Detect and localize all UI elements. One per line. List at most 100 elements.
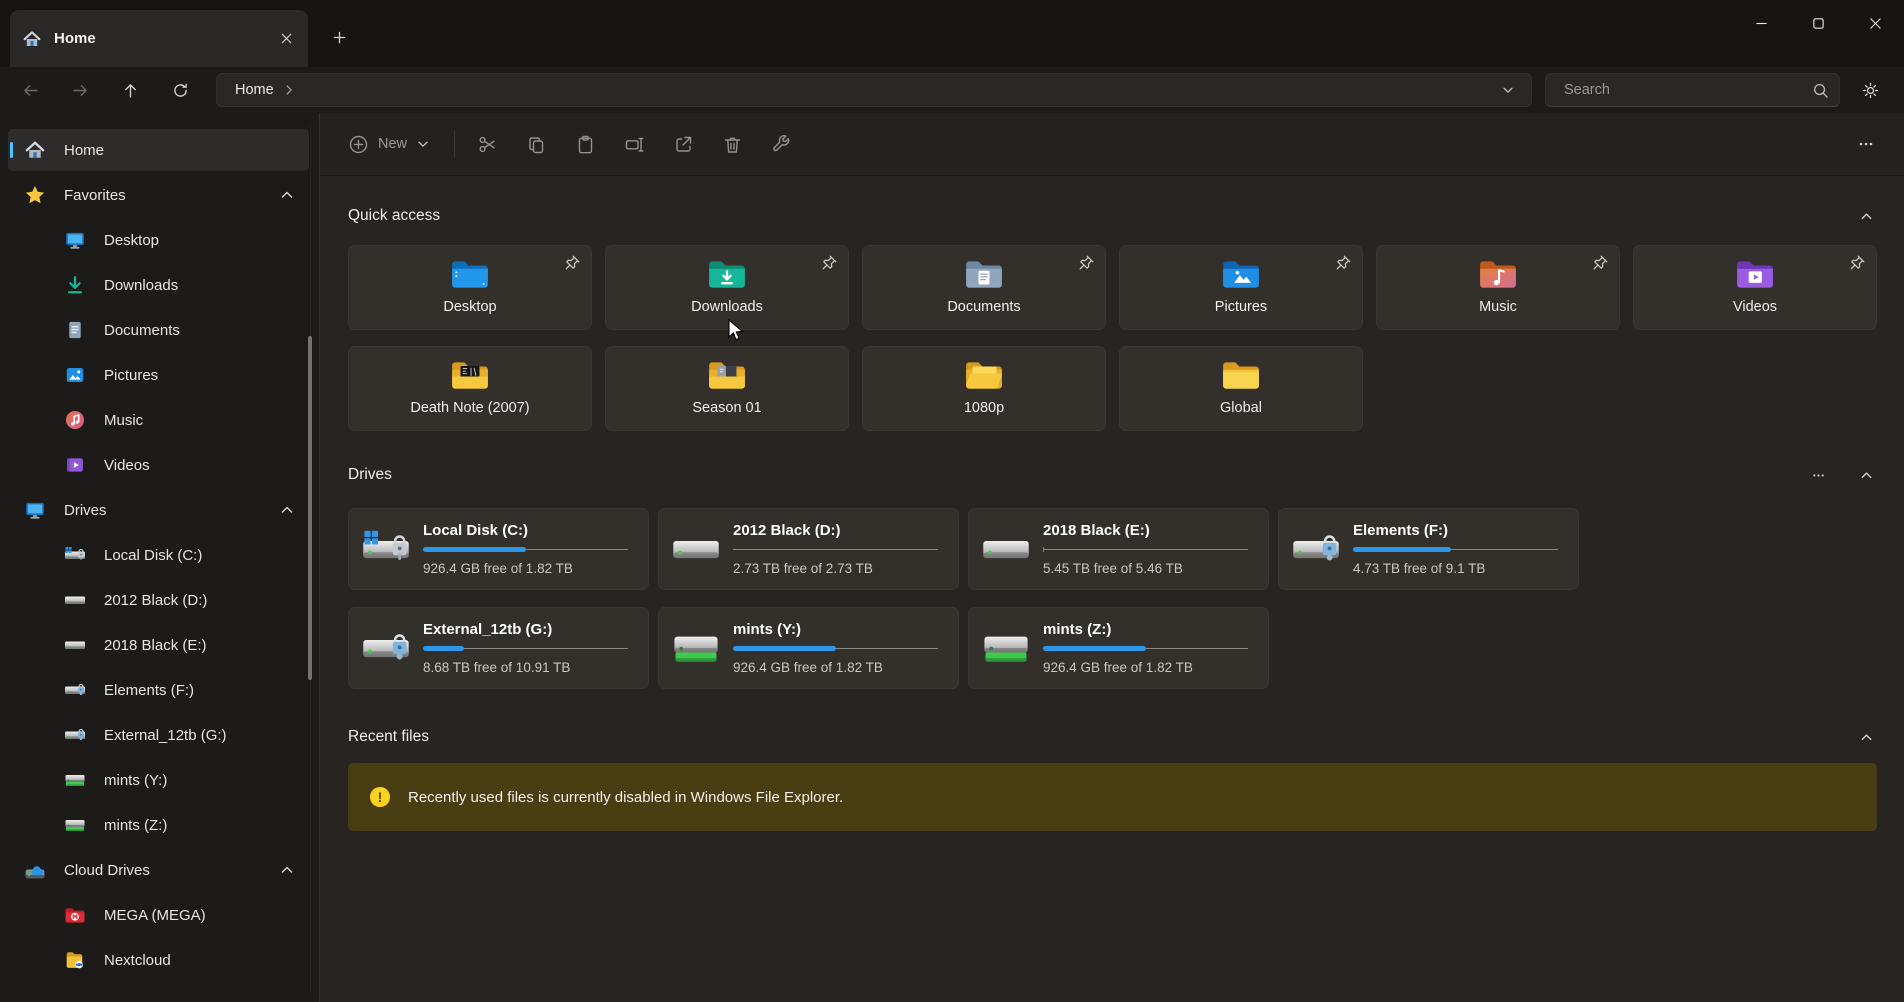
copy-icon <box>526 134 547 155</box>
tab-close-icon[interactable] <box>274 27 298 51</box>
new-button[interactable]: New <box>338 128 440 161</box>
up-button[interactable] <box>112 73 148 107</box>
chevron-up-icon[interactable] <box>279 502 295 518</box>
collapse-drives-button[interactable] <box>1855 464 1877 486</box>
maximize-button[interactable] <box>1790 0 1847 46</box>
quick-access-card-videos[interactable]: Videos <box>1633 245 1877 330</box>
pin-icon[interactable] <box>1077 254 1095 272</box>
breadcrumb[interactable]: Home <box>235 82 274 98</box>
card-label: Death Note (2007) <box>410 400 529 416</box>
drive-free-space: 5.45 TB free of 5.46 TB <box>1043 561 1248 576</box>
minimize-button[interactable] <box>1733 0 1790 46</box>
drive-usage-bar <box>733 646 938 651</box>
sidebar-item-label: MEGA (MEGA) <box>104 907 206 924</box>
sidebar-item-downloads[interactable]: Downloads <box>8 264 309 306</box>
pin-icon[interactable] <box>563 254 581 272</box>
navigation-bar: Home <box>0 67 1904 113</box>
sidebar-item-2012-black-d[interactable]: 2012 Black (D:) <box>8 579 309 621</box>
quick-access-card-documents[interactable]: Documents <box>862 245 1106 330</box>
chevron-up-icon[interactable] <box>279 187 295 203</box>
drive-card-local-disk-c[interactable]: Local Disk (C:) 926.4 GB free of 1.82 TB <box>348 508 649 590</box>
quick-access-card-death-note-2007[interactable]: Death Note (2007) <box>348 346 592 431</box>
sidebar-item-mega-mega[interactable]: MEGA (MEGA) <box>8 894 309 936</box>
address-dropdown-button[interactable] <box>1495 77 1521 103</box>
search-box[interactable] <box>1545 73 1840 107</box>
drive-lock-icon <box>64 679 86 701</box>
quick-access-header: Quick access <box>348 205 1877 227</box>
drive-name: 2018 Black (E:) <box>1043 522 1248 539</box>
sidebar-item-documents[interactable]: Documents <box>8 309 309 351</box>
drive-card-2012-black-d[interactable]: 2012 Black (D:) 2.73 TB free of 2.73 TB <box>658 508 959 590</box>
refresh-button[interactable] <box>162 73 198 107</box>
collapse-quick-access-button[interactable] <box>1855 205 1877 227</box>
toolbar-separator <box>454 131 455 157</box>
sidebar-item-elements-f[interactable]: Elements (F:) <box>8 669 309 711</box>
drive-card-2018-black-e[interactable]: 2018 Black (E:) 5.45 TB free of 5.46 TB <box>968 508 1269 590</box>
drive-card-mints-z[interactable]: mints (Z:) 926.4 GB free of 1.82 TB <box>968 607 1269 689</box>
file-explorer-window: Home Home Home <box>0 0 1904 1002</box>
pin-icon[interactable] <box>1591 254 1609 272</box>
search-input[interactable] <box>1550 82 1812 98</box>
toolbar-button-rename[interactable] <box>614 124 654 164</box>
sidebar-item-videos[interactable]: Videos <box>8 444 309 486</box>
drive-lock-icon <box>1291 530 1341 568</box>
quick-access-card-downloads[interactable]: Downloads <box>605 245 849 330</box>
sidebar-item-home[interactable]: Home <box>8 129 309 171</box>
warning-icon <box>370 787 390 807</box>
folder-thumb-gray-icon <box>705 355 749 397</box>
settings-gear-button[interactable] <box>1850 72 1890 108</box>
toolbar-button-cut[interactable] <box>467 124 507 164</box>
new-button-label: New <box>378 136 407 152</box>
drives-more-button[interactable] <box>1807 464 1829 486</box>
collapse-recent-files-button[interactable] <box>1855 726 1877 748</box>
pin-icon[interactable] <box>1334 254 1352 272</box>
toolbar-button-wrench[interactable] <box>761 124 801 164</box>
back-button[interactable] <box>12 73 48 107</box>
toolbar-button-paste[interactable] <box>565 124 605 164</box>
folder-desktop-icon <box>448 254 492 296</box>
forward-button[interactable] <box>62 73 98 107</box>
sidebar-item-mints-z[interactable]: mints (Z:) <box>8 804 309 846</box>
sidebar-item-pictures[interactable]: Pictures <box>8 354 309 396</box>
sidebar-item-label: Videos <box>104 457 150 474</box>
sidebar-item-2018-black-e[interactable]: 2018 Black (E:) <box>8 624 309 666</box>
drives-grid: Local Disk (C:) 926.4 GB free of 1.82 TB… <box>348 508 1877 689</box>
toolbar-button-share[interactable] <box>663 124 703 164</box>
sidebar-item-cloud-drives[interactable]: Cloud Drives <box>8 849 309 891</box>
quick-access-card-1080p[interactable]: 1080p <box>862 346 1106 431</box>
sidebar-item-external-12tb-g[interactable]: External_12tb (G:) <box>8 714 309 756</box>
address-bar[interactable]: Home <box>216 73 1532 107</box>
sidebar-scrollbar-thumb[interactable] <box>308 336 312 680</box>
pin-icon[interactable] <box>820 254 838 272</box>
quick-access-card-music[interactable]: Music <box>1376 245 1620 330</box>
new-tab-button[interactable] <box>324 22 354 52</box>
pin-icon[interactable] <box>1848 254 1866 272</box>
sidebar-item-nextcloud[interactable]: Nextcloud <box>8 939 309 981</box>
drives-header: Drives <box>348 464 1877 486</box>
sidebar-item-mints-y[interactable]: mints (Y:) <box>8 759 309 801</box>
quick-access-card-season-01[interactable]: Season 01 <box>605 346 849 431</box>
tab-home[interactable]: Home <box>10 10 308 67</box>
drive-card-elements-f[interactable]: Elements (F:) 4.73 TB free of 9.1 TB <box>1278 508 1579 590</box>
quick-access-card-global[interactable]: Global <box>1119 346 1363 431</box>
sidebar-item-drives[interactable]: Drives <box>8 489 309 531</box>
see-more-button[interactable] <box>1848 126 1884 162</box>
close-button[interactable] <box>1847 0 1904 46</box>
chevron-right-icon <box>282 83 296 97</box>
sidebar-item-label: Pictures <box>104 367 158 384</box>
chevron-up-icon[interactable] <box>279 862 295 878</box>
toolbar-button-copy[interactable] <box>516 124 556 164</box>
sidebar-item-label: Desktop <box>104 232 159 249</box>
drive-card-mints-y[interactable]: mints (Y:) 926.4 GB free of 1.82 TB <box>658 607 959 689</box>
sidebar-item-local-disk-c[interactable]: Local Disk (C:) <box>8 534 309 576</box>
quick-access-card-pictures[interactable]: Pictures <box>1119 245 1363 330</box>
sidebar-item-favorites[interactable]: Favorites <box>8 174 309 216</box>
toolbar-button-delete[interactable] <box>712 124 752 164</box>
tab-title: Home <box>54 30 96 47</box>
drive-card-external-12tb-g[interactable]: External_12tb (G:) 8.68 TB free of 10.91… <box>348 607 649 689</box>
search-icon[interactable] <box>1812 82 1829 99</box>
quick-access-card-desktop[interactable]: Desktop <box>348 245 592 330</box>
sidebar-item-desktop[interactable]: Desktop <box>8 219 309 261</box>
drive-name: External_12tb (G:) <box>423 621 628 638</box>
sidebar-item-music[interactable]: Music <box>8 399 309 441</box>
